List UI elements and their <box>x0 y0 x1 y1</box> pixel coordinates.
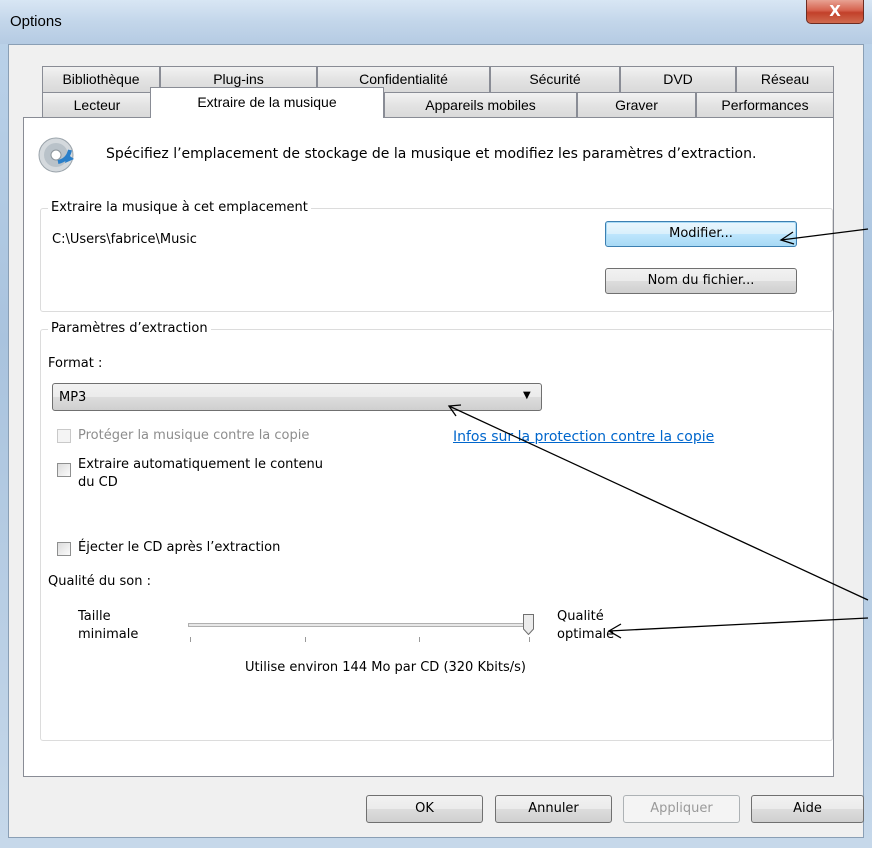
arrow-to-modify-button <box>779 228 869 245</box>
arrow-to-quality-label <box>607 617 869 639</box>
annotation-arrows <box>447 228 869 639</box>
tab-extraire-musique[interactable]: Extraire de la musique <box>150 87 384 118</box>
arrow-to-format-dropdown <box>447 404 869 601</box>
